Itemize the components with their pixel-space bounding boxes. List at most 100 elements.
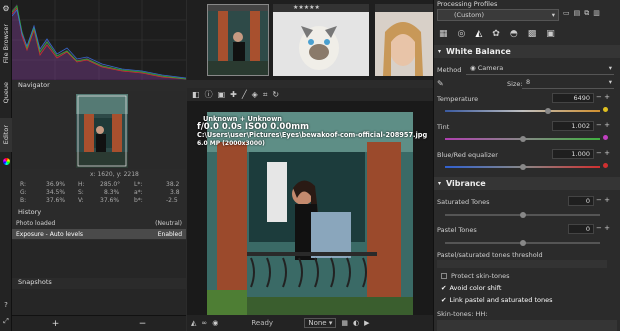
- link-tones-label: Link pastel and saturated tones: [449, 296, 553, 304]
- detail-tab-icon[interactable]: ◎: [458, 29, 466, 39]
- saturated-tones-stepper[interactable]: − +: [596, 196, 610, 204]
- slider-knob[interactable]: [520, 240, 526, 246]
- history-item-selected[interactable]: Exposure - Auto levels Enabled: [12, 229, 186, 239]
- crop-icon[interactable]: ▣: [218, 90, 226, 99]
- saturated-tones-slider[interactable]: [445, 212, 600, 218]
- link-icon[interactable]: ∞: [201, 319, 207, 327]
- picker-icon[interactable]: ╱: [242, 90, 247, 99]
- preset-select[interactable]: None ▾: [304, 318, 337, 328]
- color-tab-icon[interactable]: ◭: [475, 29, 482, 39]
- hand-icon[interactable]: ✚: [230, 90, 237, 99]
- image-size: 6.0 MP (2000x3000): [197, 139, 265, 147]
- blue-red-stepper[interactable]: − +: [596, 149, 610, 157]
- fullscreen-icon[interactable]: ⤢: [0, 316, 12, 326]
- skin-tones-label: Skin-tones: HH:: [437, 310, 488, 318]
- vibrance-header[interactable]: ▾ Vibrance: [434, 177, 620, 190]
- film-thumb-2[interactable]: ★★★★★: [273, 4, 369, 76]
- temperature-stepper[interactable]: − +: [596, 93, 610, 101]
- checkbox-box: [441, 273, 447, 279]
- slider-knob[interactable]: [520, 136, 526, 142]
- size-label: Size:: [507, 80, 523, 88]
- raw-tab-icon[interactable]: ▩: [528, 29, 537, 39]
- before-after-icon[interactable]: ◧: [192, 90, 200, 99]
- straighten-icon[interactable]: ↻: [272, 90, 279, 99]
- protect-skin-checkbox[interactable]: Protect skin-tones: [441, 272, 620, 280]
- checkmark-icon: ✔: [441, 296, 447, 304]
- tab-file-browser-label: File Browser: [2, 24, 10, 64]
- tab-file-browser[interactable]: File Browser: [0, 15, 12, 73]
- copy-icon[interactable]: ⧉: [584, 9, 589, 21]
- vibrance-title: Vibrance: [446, 179, 486, 188]
- method-select[interactable]: ◉ Camera ▾: [466, 64, 614, 75]
- threshold-curve[interactable]: [437, 260, 607, 268]
- white-balance-header[interactable]: ▾ White Balance: [434, 45, 620, 58]
- pastel-tones-value[interactable]: 0: [568, 224, 594, 234]
- add-snapshot-button[interactable]: +: [52, 319, 60, 329]
- open-profile-icon[interactable]: ▭: [563, 9, 570, 21]
- settings-icon[interactable]: ⚙: [0, 2, 12, 14]
- avoid-color-shift-label: Avoid color shift: [449, 284, 502, 292]
- reset-dot[interactable]: [603, 135, 608, 140]
- checkmark-icon: ✔: [441, 284, 447, 292]
- transform-tab-icon[interactable]: ◓: [510, 29, 518, 39]
- size-select[interactable]: 8 ▾: [522, 78, 614, 89]
- info-icon[interactable]: ⓘ: [205, 89, 213, 100]
- label-r: R:: [20, 181, 27, 188]
- navigator-thumbnail[interactable]: [76, 94, 128, 168]
- save-profile-icon[interactable]: ▤: [574, 9, 581, 21]
- avoid-color-shift-checkbox[interactable]: ✔ Avoid color shift: [441, 284, 620, 292]
- color-wheel-icon[interactable]: [0, 156, 12, 166]
- link-tones-checkbox[interactable]: ✔ Link pastel and saturated tones: [441, 296, 620, 304]
- value-a: 3.8: [170, 189, 180, 196]
- size-select-value: 8: [526, 78, 531, 86]
- temperature-slider[interactable]: [445, 108, 600, 114]
- collapse-icon: ▾: [438, 180, 442, 187]
- profile-select-value: (Custom): [454, 11, 484, 19]
- cursor-coords: x: 1620, y: 2218: [90, 171, 139, 178]
- value-bstar: -2.5: [166, 197, 178, 204]
- slider-knob[interactable]: [545, 108, 551, 114]
- slider-knob[interactable]: [520, 212, 526, 218]
- slider-knob[interactable]: [520, 164, 526, 170]
- saturated-tones-value[interactable]: 0: [568, 196, 594, 206]
- globe-icon[interactable]: ◉: [212, 319, 218, 327]
- tint-slider[interactable]: [445, 136, 600, 142]
- meta-tab-icon[interactable]: ▣: [546, 29, 555, 39]
- film-thumb-3[interactable]: [375, 4, 433, 76]
- white-balance-title: White Balance: [446, 47, 511, 56]
- tab-editor[interactable]: Editor: [0, 118, 12, 152]
- focus-mask-icon[interactable]: ▶: [364, 319, 369, 327]
- history-item[interactable]: Photo loaded (Neutral): [12, 218, 186, 228]
- star-rating: ★★★★★: [293, 4, 320, 11]
- lock-icon[interactable]: ◭: [191, 319, 196, 327]
- color-preview-icon[interactable]: ◐: [353, 319, 359, 327]
- profile-actions: ▭ ▤ ⧉ ▥: [563, 9, 618, 21]
- film-thumb-1[interactable]: [207, 4, 269, 76]
- next-section-header[interactable]: [437, 320, 617, 331]
- advanced-tab-icon[interactable]: ✿: [492, 29, 500, 39]
- tint-stepper[interactable]: − +: [596, 121, 610, 129]
- temperature-value[interactable]: 6490: [552, 93, 594, 103]
- tint-value[interactable]: 1.002: [552, 121, 594, 131]
- blue-red-value[interactable]: 1.000: [552, 149, 594, 159]
- picker-icon[interactable]: ✎: [437, 79, 444, 88]
- crop-tool-icon[interactable]: ⌗: [263, 90, 268, 100]
- tab-queue[interactable]: Queue: [0, 76, 12, 110]
- exposure-tab-icon[interactable]: ▦: [439, 29, 448, 39]
- help-icon[interactable]: ?: [0, 300, 12, 310]
- label-s: S:: [78, 189, 84, 196]
- blue-red-slider[interactable]: [445, 164, 600, 170]
- image-info-overlay: Unknown + Unknown f/0.0 0.0s ISO0 0.00mm…: [197, 115, 433, 149]
- reset-dot[interactable]: [603, 107, 608, 112]
- navigator-title: Navigator: [18, 81, 50, 89]
- pastel-tones-stepper[interactable]: − +: [596, 224, 610, 232]
- history-title: History: [18, 208, 42, 216]
- profile-select[interactable]: (Custom) ▾: [437, 9, 559, 21]
- remove-snapshot-button[interactable]: −: [139, 319, 147, 329]
- spot-icon[interactable]: ◈: [252, 90, 258, 99]
- pastel-tones-slider[interactable]: [445, 240, 600, 246]
- reset-dot[interactable]: [603, 163, 608, 168]
- grid-icon[interactable]: ▦: [341, 319, 348, 327]
- snapshots-title: Snapshots: [18, 278, 52, 286]
- paste-icon[interactable]: ▥: [593, 9, 600, 21]
